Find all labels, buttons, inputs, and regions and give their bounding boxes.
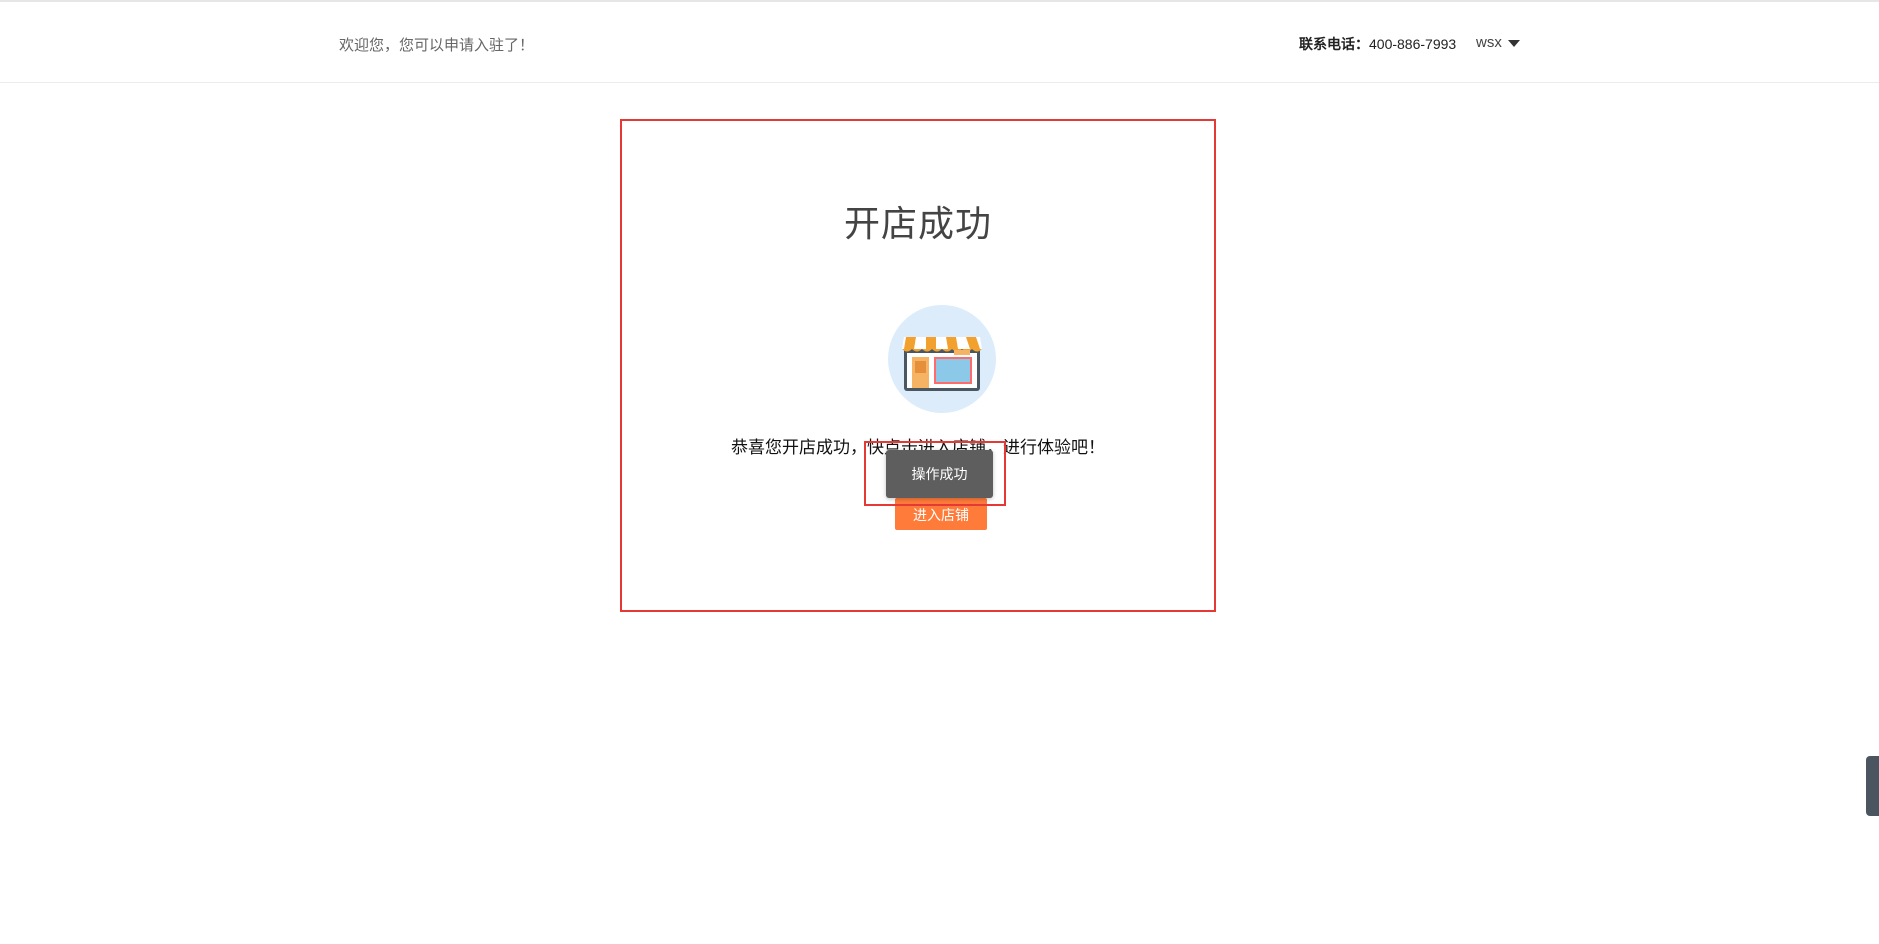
side-widget-tab[interactable] [1866,756,1879,816]
contact-label: 联系电话： [1299,36,1369,52]
welcome-message: 欢迎您，您可以申请入驻了！ [339,37,535,54]
top-header: 欢迎您，您可以申请入驻了！ 联系电话：400-886-7993 wsx [0,2,1879,83]
chevron-down-icon [1507,39,1520,47]
contact-phone: 400-886-7993 [1369,36,1457,52]
success-toast: 操作成功 [886,450,993,498]
username: wsx [1476,34,1502,51]
success-panel: 开店成功 恭喜您开店成功，快点击进入店铺，进行体验吧！ 进入店铺 [620,119,1216,612]
shop-illustration [902,337,982,391]
page-title: 开店成功 [843,203,992,244]
shop-storefront-icon [888,305,996,413]
contact-info: 联系电话：400-886-7993 [1299,34,1456,54]
user-menu[interactable]: wsx [1476,34,1520,51]
